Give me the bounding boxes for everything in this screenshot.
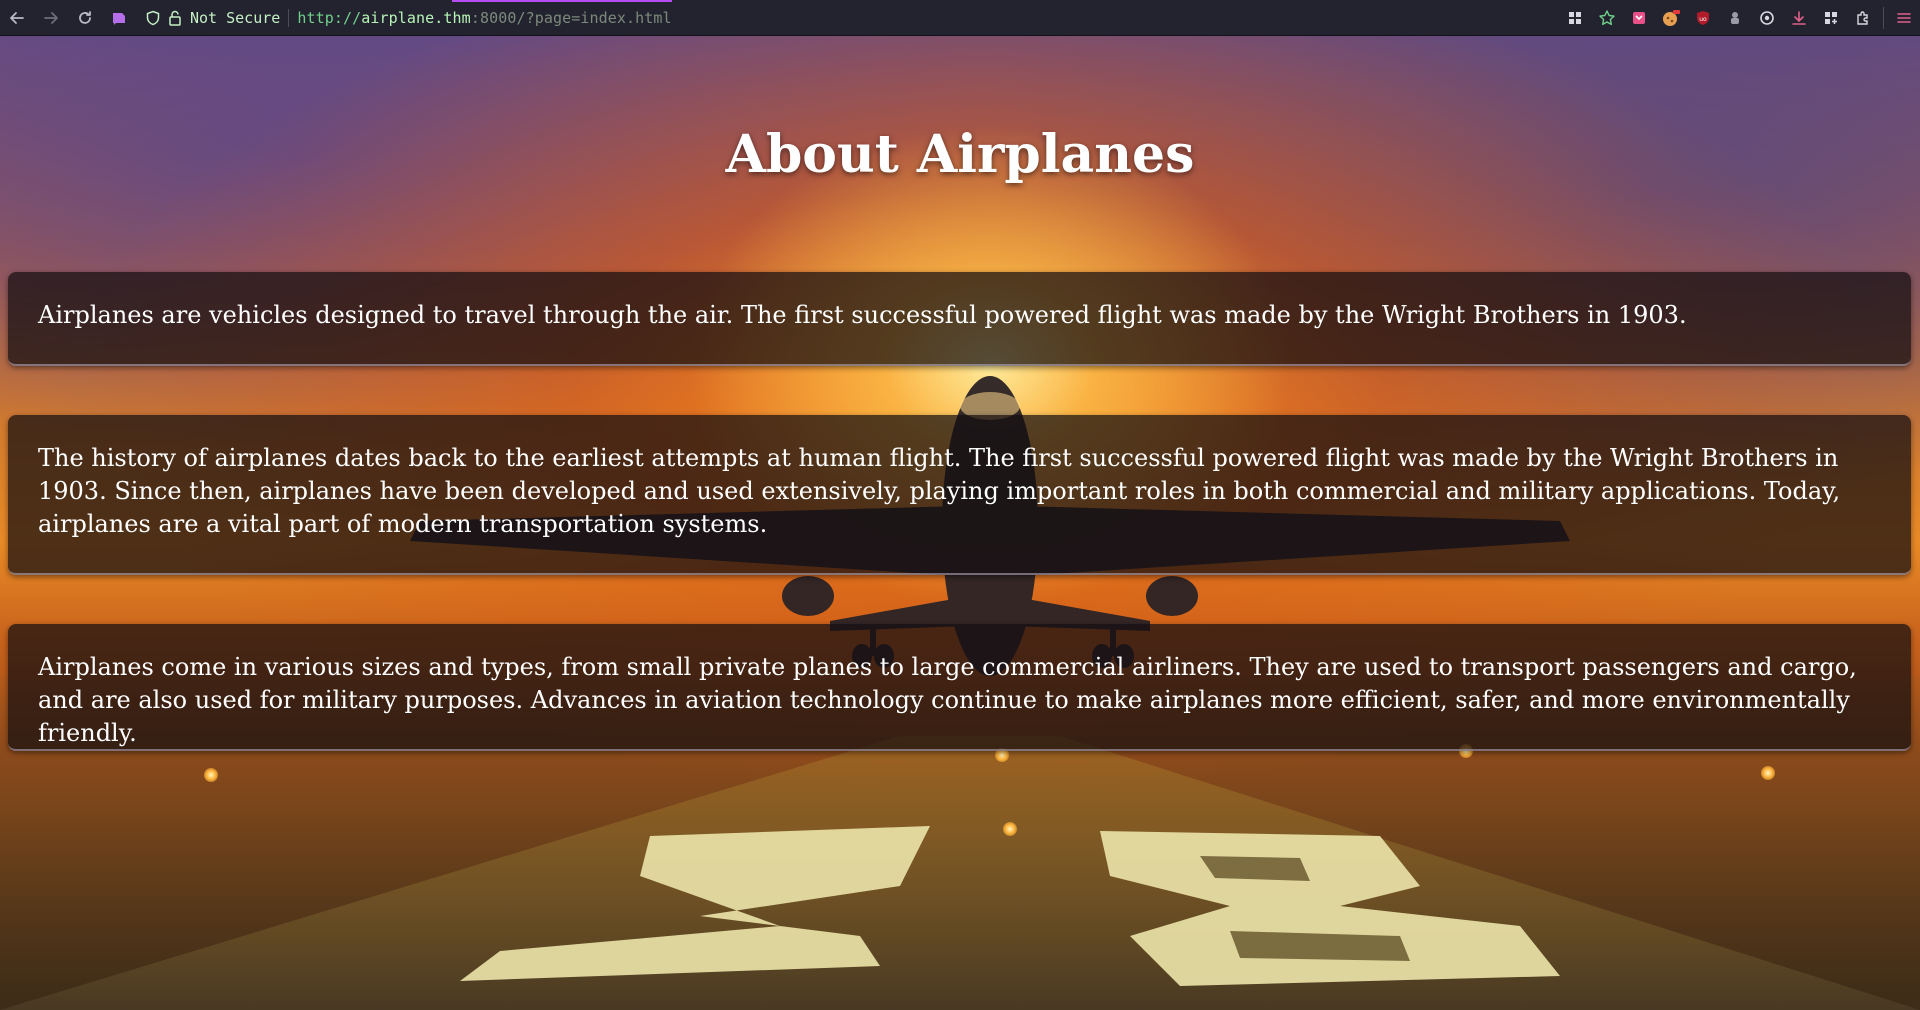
toolbar-separator [1883,7,1884,29]
cookie-icon[interactable] [1655,0,1687,36]
section-text-3: Airplanes come in various sizes and type… [38,653,1857,747]
page-viewport: About Airplanes Airplanes are vehicles d… [0,36,1920,1010]
section-text-2: The history of airplanes dates back to t… [38,444,1841,538]
url-host: airplane.thm [361,8,471,27]
forward-icon[interactable] [34,0,68,36]
ublock-icon[interactable]: uo [1687,0,1719,36]
bookmark-star-icon[interactable] [1591,0,1623,36]
shield-icon[interactable] [142,0,164,36]
url-path: :8000/?page=index.html [470,8,672,27]
content-section-1: Airplanes are vehicles designed to trave… [8,272,1911,366]
toolbar-right-icons: uo [1559,0,1920,36]
reload-icon[interactable] [68,0,102,36]
section-text-1: Airplanes are vehicles designed to trave… [38,301,1687,329]
grid-icon[interactable] [1559,0,1591,36]
container-icon[interactable] [102,0,136,36]
menu-icon[interactable] [1888,0,1920,36]
url-separator [288,8,290,27]
url-text[interactable]: http://airplane.thm:8000/?page=index.htm… [297,9,671,27]
svg-text:uo: uo [1699,16,1707,23]
extensions-puzzle-icon[interactable] [1847,0,1879,36]
url-bar[interactable]: Not Secure http://airplane.thm:8000/?pag… [142,0,672,36]
not-secure-label[interactable]: Not Secure [190,9,280,27]
apps-icon[interactable] [1815,0,1847,36]
content-section-3: Airplanes come in various sizes and type… [8,624,1911,751]
pocket-icon[interactable] [1623,0,1655,36]
page-title: About Airplanes [725,124,1195,185]
url-scheme: http:// [297,8,362,27]
browser-toolbar: Not Secure http://airplane.thm:8000/?pag… [0,0,1920,36]
extension-bug-icon[interactable] [1719,0,1751,36]
active-tab-indicator [452,0,672,2]
back-icon[interactable] [0,0,34,36]
insecure-lock-icon[interactable] [164,0,186,36]
download-icon[interactable] [1783,0,1815,36]
content-section-2: The history of airplanes dates back to t… [8,415,1911,575]
settings-gear-icon[interactable] [1751,0,1783,36]
